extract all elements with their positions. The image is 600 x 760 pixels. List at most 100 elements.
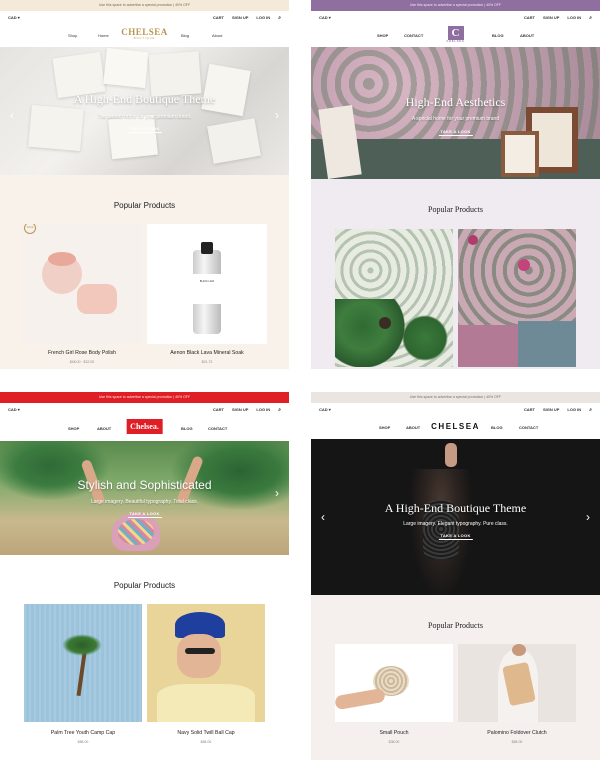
announcement-bar: Use this space to advertise a special pr…: [311, 0, 600, 11]
hero-cta-button[interactable]: TAKE A LOOK: [438, 532, 473, 540]
product-name[interactable]: Palm Tree Youth Camp Cap: [24, 730, 142, 736]
hero-cta-button[interactable]: TAKE A LOOK: [127, 125, 162, 133]
nav-item-contact[interactable]: CONTACT: [208, 426, 227, 431]
nav-item-shop[interactable]: SHOP: [377, 33, 388, 38]
product-label: BLACK LAVA: [193, 274, 221, 304]
section-title: Popular Products: [113, 581, 176, 590]
chevron-right-icon[interactable]: ›: [275, 487, 279, 499]
announcement-text: Use this space to advertise a special pr…: [409, 395, 502, 399]
nav-item-shop[interactable]: SHOP: [68, 426, 79, 431]
product-image[interactable]: [335, 229, 453, 367]
hero-cta-button[interactable]: TAKE A LOOK: [438, 128, 473, 136]
nav-item-blog[interactable]: Blog: [181, 33, 189, 38]
hero-subtitle: Large imagery. Elegant typography. Pure …: [403, 521, 508, 527]
theme-preview-boutique: Use this space to advertise a special pr…: [0, 0, 289, 369]
sign-up-link[interactable]: SIGN UP: [543, 407, 559, 412]
announcement-bar: Use this space to advertise a special pr…: [311, 392, 600, 403]
product-name[interactable]: Aenon Black Lava Mineral Soak: [147, 350, 267, 356]
utility-bar: CAD ▾ CART SIGN UP LOG IN ⌕: [0, 11, 289, 24]
chevron-left-icon[interactable]: ‹: [10, 109, 14, 121]
main-nav: Shop Home CHELSEA BOUTIQUE Blog About: [0, 24, 289, 47]
chevron-left-icon[interactable]: ‹: [321, 511, 325, 523]
nav-item-about[interactable]: ABOUT: [406, 425, 420, 430]
hero-title: High-End Aesthetics: [405, 95, 506, 109]
cart-link[interactable]: CART: [213, 15, 224, 20]
product-image[interactable]: [335, 644, 453, 722]
product-name[interactable]: French Girl Rose Body Polish: [22, 350, 142, 356]
log-in-link[interactable]: LOG IN: [256, 407, 270, 412]
hero-cta-button[interactable]: TAKE A LOOK: [127, 510, 162, 518]
search-icon[interactable]: ⌕: [278, 15, 281, 20]
nav-item-about[interactable]: ABOUT: [520, 33, 534, 38]
product-image[interactable]: SALE: [22, 224, 142, 344]
currency-selector[interactable]: CAD ▾: [8, 407, 20, 412]
product-price: $48.00 · $32.00: [69, 360, 95, 364]
announcement-bar: Use this space to advertise a special pr…: [0, 392, 289, 403]
hero-banner: Stylish and Sophisticated Large imagery.…: [0, 441, 289, 555]
brand-logo[interactable]: Chelsea.: [126, 419, 163, 434]
main-nav: SHOP ABOUT Chelsea. BLOG CONTACT: [0, 416, 289, 441]
hero-subtitle: The perfect home for your premium brand.: [97, 114, 192, 120]
brand-logo[interactable]: C CHELSEA: [447, 26, 465, 43]
nav-item-home[interactable]: Home: [98, 33, 109, 38]
nav-item-blog[interactable]: BLOG: [181, 426, 193, 431]
brand-logo[interactable]: CHELSEA: [431, 422, 480, 431]
section-title: Popular Products: [428, 205, 483, 214]
cart-link[interactable]: CART: [213, 407, 224, 412]
product-price: $38.00: [388, 740, 400, 744]
log-in-link[interactable]: LOG IN: [256, 15, 270, 20]
hero-banner: A High-End Boutique Theme The perfect ho…: [0, 47, 289, 175]
announcement-text: Use this space to advertise a special pr…: [98, 395, 191, 399]
theme-preview-fashion: Use this space to advertise a special pr…: [311, 392, 600, 760]
product-price: $68.00: [200, 740, 212, 744]
main-nav: SHOP CONTACT C CHELSEA BLOG ABOUT: [311, 24, 600, 47]
utility-bar: CAD ▾ CART SIGN UP LOG IN ⌕: [0, 403, 289, 416]
nav-item-about[interactable]: ABOUT: [97, 426, 111, 431]
hero-subtitle: Large imagery. Beautiful typography. Tot…: [90, 499, 198, 505]
section-title: Popular Products: [113, 201, 176, 210]
nav-item-about[interactable]: About: [212, 33, 222, 38]
search-icon[interactable]: ⌕: [278, 407, 281, 412]
product-name[interactable]: Small Pouch: [335, 730, 453, 736]
hero-title: A High-End Boutique Theme: [384, 501, 527, 515]
product-image[interactable]: [24, 604, 142, 722]
log-in-link[interactable]: LOG IN: [567, 15, 581, 20]
product-price: $88.00: [77, 740, 89, 744]
product-image[interactable]: [147, 604, 265, 722]
log-in-link[interactable]: LOG IN: [567, 407, 581, 412]
section-title: Popular Products: [428, 621, 483, 630]
sign-up-link[interactable]: SIGN UP: [543, 15, 559, 20]
product-image[interactable]: [458, 229, 576, 367]
nav-item-contact[interactable]: CONTACT: [519, 425, 538, 430]
main-nav: SHOP ABOUT CHELSEA BLOG CONTACT: [311, 416, 600, 439]
product-name[interactable]: Navy Solid Twill Ball Cap: [147, 730, 265, 736]
nav-item-blog[interactable]: BLOG: [492, 33, 504, 38]
utility-bar: CAD ▾ CART SIGN UP LOG IN ⌕: [311, 11, 600, 24]
search-icon[interactable]: ⌕: [589, 15, 592, 20]
brand-logo[interactable]: CHELSEA BOUTIQUE: [121, 27, 168, 40]
sign-up-link[interactable]: SIGN UP: [232, 407, 248, 412]
cart-link[interactable]: CART: [524, 15, 535, 20]
search-icon[interactable]: ⌕: [589, 407, 592, 412]
product-image[interactable]: [458, 644, 576, 722]
hero-banner: High-End Aesthetics A special home for y…: [311, 47, 600, 179]
nav-item-contact[interactable]: CONTACT: [404, 33, 423, 38]
hero-title: A High-End Boutique Theme: [73, 92, 216, 106]
cart-link[interactable]: CART: [524, 407, 535, 412]
announcement-bar: Use this space to advertise a special pr…: [0, 0, 289, 11]
currency-selector[interactable]: CAD ▾: [8, 15, 20, 20]
nav-item-shop[interactable]: SHOP: [379, 425, 390, 430]
hero-title: Stylish and Sophisticated: [77, 478, 212, 492]
nav-item-blog[interactable]: BLOG: [491, 425, 503, 430]
product-price: $85.00: [511, 740, 523, 744]
sign-up-link[interactable]: SIGN UP: [232, 15, 248, 20]
currency-selector[interactable]: CAD ▾: [319, 15, 331, 20]
nav-item-shop[interactable]: Shop: [68, 33, 77, 38]
chevron-right-icon[interactable]: ›: [275, 109, 279, 121]
utility-bar: CAD ▾ CART SIGN UP LOG IN ⌕: [311, 403, 600, 416]
currency-selector[interactable]: CAD ▾: [319, 407, 331, 412]
chevron-right-icon[interactable]: ›: [586, 511, 590, 523]
product-image[interactable]: BLACK LAVA: [147, 224, 267, 344]
theme-preview-floral: Use this space to advertise a special pr…: [311, 0, 600, 369]
product-name[interactable]: Palomino Foldover Clutch: [458, 730, 576, 736]
